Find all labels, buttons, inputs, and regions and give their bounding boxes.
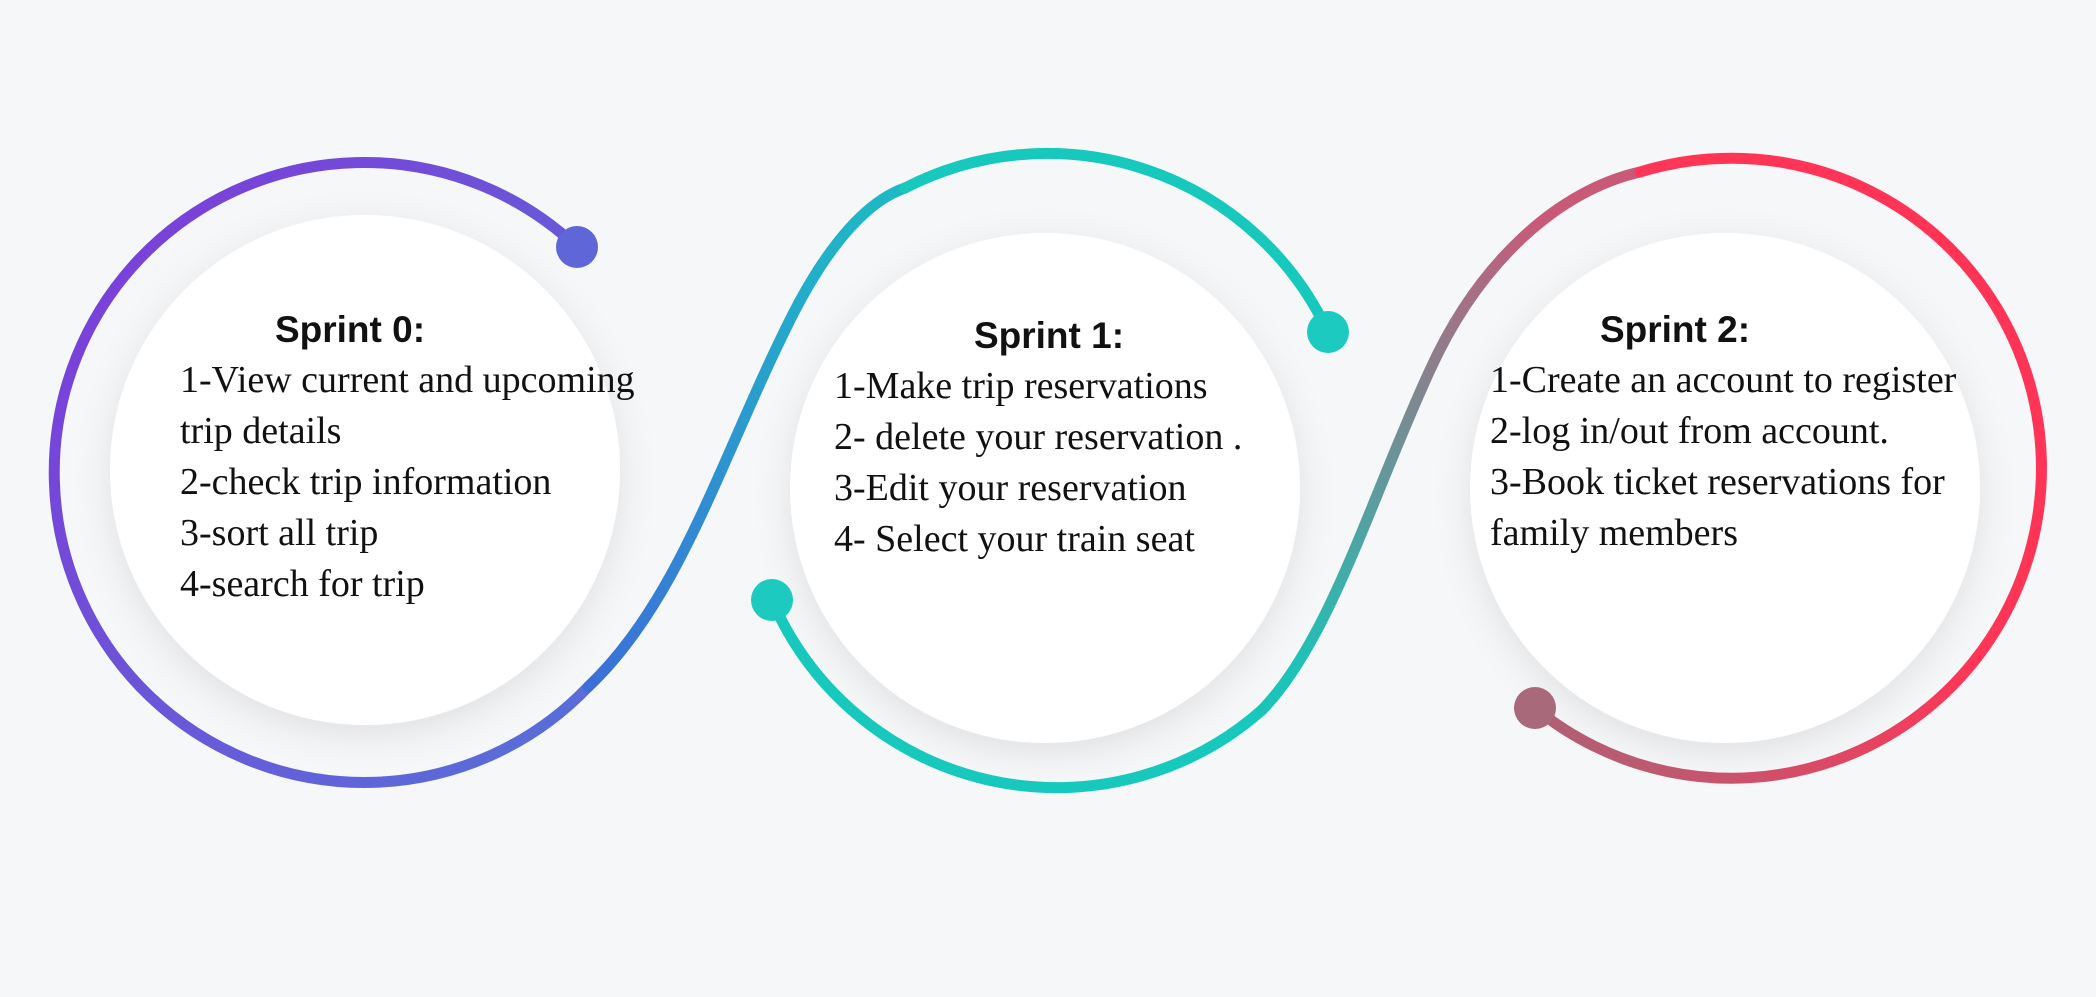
sprint-0-end-dot [556, 226, 598, 268]
sprint-2-block: Sprint 2: 1-Create an account to registe… [1490, 305, 2050, 559]
sprint-1-end-dot [1307, 311, 1349, 353]
sprint-2-end-dot [1514, 687, 1556, 729]
sprint-0-item: 3-sort all trip [180, 512, 379, 554]
sprint-1-block: Sprint 1: 1-Make trip reservations 2- de… [834, 311, 1304, 565]
sprint-roadmap-diagram: Sprint 0: 1-View current and upcoming tr… [0, 0, 2096, 997]
sprint-1-start-dot [751, 579, 793, 621]
sprint-0-item: trip details [180, 410, 342, 452]
sprint-0-item: 4-search for trip [180, 563, 425, 605]
sprint-2-item: 1-Create an account to register [1490, 359, 1957, 401]
sprint-1-title: Sprint 1: [973, 315, 1125, 356]
sprint-1-item: 4- Select your train seat [834, 518, 1195, 560]
sprint-2-item: 3-Book ticket reservations for [1490, 461, 1945, 503]
sprint-0-block: Sprint 0: 1-View current and upcoming tr… [180, 305, 700, 610]
sprint-1-item: 2- delete your reservation . [834, 416, 1243, 458]
sprint-1-item: 3-Edit your reservation [834, 467, 1187, 509]
sprint-0-item: 2-check trip information [180, 461, 552, 503]
sprint-2-item: family members [1490, 512, 1738, 554]
sprint-0-item: 1-View current and upcoming [180, 359, 635, 401]
sprint-2-item: 2-log in/out from account. [1490, 410, 1889, 452]
sprint-2-title: Sprint 2: [1599, 309, 1751, 350]
sprint-0-title: Sprint 0: [274, 309, 426, 350]
sprint-1-item: 1-Make trip reservations [834, 365, 1208, 407]
